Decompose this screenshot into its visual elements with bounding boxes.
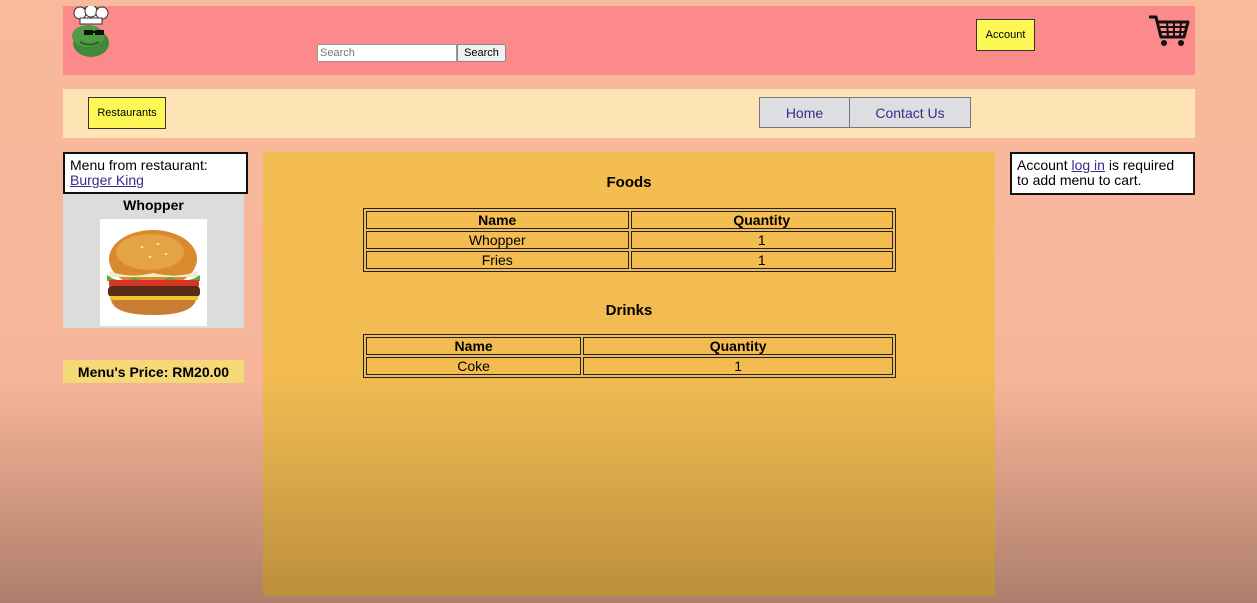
login-link[interactable]: log in bbox=[1071, 157, 1104, 173]
tab-home[interactable]: Home bbox=[760, 98, 850, 127]
column-header-quantity: Quantity bbox=[583, 337, 893, 355]
nav-tabs: Home Contact Us bbox=[759, 97, 971, 128]
login-required-notice: Account log in is required to add menu t… bbox=[1010, 152, 1195, 195]
drinks-table: Name Quantity Coke 1 bbox=[363, 334, 896, 378]
food-name-cell: Whopper bbox=[366, 231, 629, 249]
foods-table: Name Quantity Whopper 1 Fries 1 bbox=[363, 208, 896, 272]
restaurants-button[interactable]: Restaurants bbox=[88, 97, 166, 129]
drinks-title: Drinks bbox=[605, 302, 653, 319]
food-name-cell: Fries bbox=[366, 251, 629, 269]
header-bar: Search Account bbox=[63, 6, 1195, 75]
drink-name-cell: Coke bbox=[366, 357, 582, 375]
table-header-row: Name Quantity bbox=[366, 211, 893, 229]
restaurant-link[interactable]: Burger King bbox=[70, 172, 144, 188]
cart-summary-panel: Foods Name Quantity Whopper 1 Fries 1 Dr… bbox=[263, 152, 995, 596]
burger-image bbox=[100, 219, 207, 326]
search-button[interactable]: Search bbox=[457, 44, 506, 62]
restaurant-info-box: Menu from restaurant: Burger King bbox=[63, 152, 248, 194]
column-header-name: Name bbox=[366, 337, 582, 355]
menu-from-label: Menu from restaurant: bbox=[70, 157, 208, 173]
drink-quantity-cell: 1 bbox=[583, 357, 893, 375]
table-header-row: Name Quantity bbox=[366, 337, 893, 355]
notice-prefix: Account bbox=[1017, 157, 1072, 173]
menu-item-name: Whopper bbox=[123, 197, 184, 213]
table-row: Fries 1 bbox=[366, 251, 893, 269]
menu-price: Menu's Price: RM20.00 bbox=[63, 360, 244, 383]
menu-item-card: Whopper bbox=[63, 194, 244, 328]
column-header-name: Name bbox=[366, 211, 629, 229]
nav-bar: Restaurants Home Contact Us bbox=[63, 89, 1195, 138]
food-quantity-cell: 1 bbox=[630, 231, 893, 249]
search-input[interactable] bbox=[317, 44, 457, 62]
chef-frog-logo[interactable] bbox=[66, 6, 116, 58]
column-header-quantity: Quantity bbox=[630, 211, 893, 229]
tab-contact-us[interactable]: Contact Us bbox=[850, 98, 970, 127]
shopping-cart-icon[interactable] bbox=[1148, 14, 1190, 48]
food-quantity-cell: 1 bbox=[630, 251, 893, 269]
account-button[interactable]: Account bbox=[976, 19, 1035, 51]
foods-title: Foods bbox=[606, 174, 652, 191]
table-row: Whopper 1 bbox=[366, 231, 893, 249]
table-row: Coke 1 bbox=[366, 357, 893, 375]
